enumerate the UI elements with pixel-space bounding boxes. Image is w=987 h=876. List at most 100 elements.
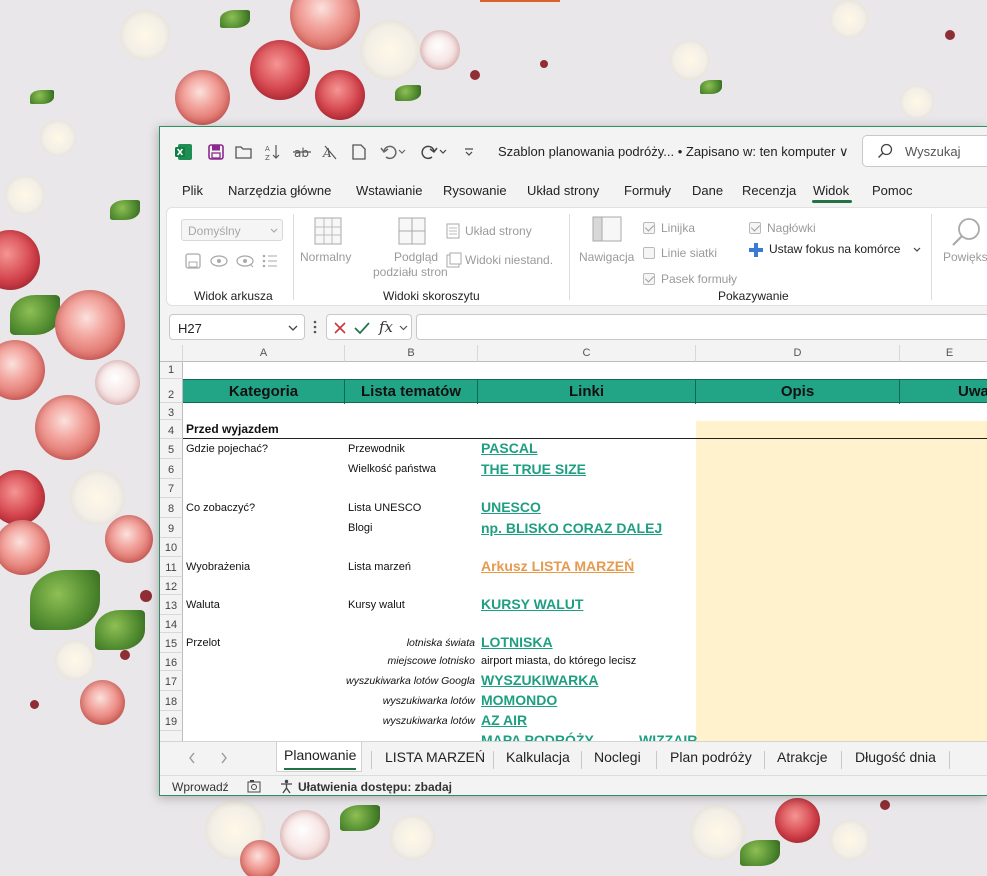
row-header[interactable]: 6: [160, 459, 183, 479]
row-header[interactable]: 5: [160, 439, 183, 459]
sheet-tab-lista-marzen[interactable]: LISTA MARZEŃ: [385, 749, 485, 765]
header-description[interactable]: Opis: [696, 380, 900, 404]
row-header[interactable]: 1: [160, 362, 183, 379]
sheet-tab-dlugosc-dnia[interactable]: Długość dnia: [855, 749, 936, 765]
row-header[interactable]: 18: [160, 691, 183, 711]
scroll-tabs-right-icon[interactable]: [220, 752, 228, 764]
topic-cell[interactable]: Lista marzeń: [348, 561, 411, 573]
options-list-icon[interactable]: [262, 254, 278, 268]
row-header[interactable]: 14: [160, 615, 183, 633]
row-header[interactable]: 2: [160, 379, 183, 403]
topic-cell[interactable]: wyszukiwarka lotów: [345, 715, 475, 727]
new-view-icon[interactable]: [236, 254, 254, 268]
link-cell[interactable]: THE TRUE SIZE: [481, 461, 586, 477]
tab-file[interactable]: Plik: [182, 183, 203, 198]
topic-cell[interactable]: Wielkość państwa: [348, 463, 436, 475]
tab-help[interactable]: Pomoc: [872, 183, 912, 198]
new-document-icon[interactable]: [349, 142, 369, 162]
topic-cell[interactable]: Lista UNESCO: [348, 502, 421, 514]
headings-checkbox[interactable]: [749, 222, 761, 234]
row-header[interactable]: 12: [160, 577, 183, 595]
link-cell[interactable]: LOTNISKA: [481, 634, 553, 650]
accessibility-status[interactable]: Ułatwienia dostępu: zbadaj: [298, 780, 452, 794]
navigation-button[interactable]: Nawigacja: [577, 214, 637, 278]
macro-recording-icon[interactable]: [247, 780, 261, 793]
row-header[interactable]: 9: [160, 518, 183, 538]
column-header[interactable]: D: [696, 345, 900, 362]
cancel-icon[interactable]: [333, 321, 347, 335]
row-header[interactable]: 10: [160, 538, 183, 557]
link-cell[interactable]: PASCAL: [481, 440, 538, 456]
link-cell[interactable]: AZ AIR: [481, 712, 527, 728]
tab-review[interactable]: Recenzja: [742, 183, 796, 198]
link-cell[interactable]: MAPA PODRÓŻY: [481, 732, 594, 741]
scroll-tabs-left-icon[interactable]: [188, 752, 196, 764]
search-box[interactable]: Wyszukaj: [862, 135, 987, 167]
sheet-tab-plan-podrozy[interactable]: Plan podróży: [670, 749, 752, 765]
clear-format-icon[interactable]: A: [320, 142, 340, 162]
row-header[interactable]: [160, 731, 183, 741]
row-header[interactable]: 17: [160, 671, 183, 691]
undo-dropdown-icon[interactable]: [396, 142, 408, 162]
row-header[interactable]: 19: [160, 711, 183, 731]
worksheet-grid[interactable]: A B C D E Kategoria Lista tematów Linki …: [160, 345, 987, 741]
more-options-icon[interactable]: [313, 320, 317, 334]
topic-cell[interactable]: miejscowe lotnisko: [345, 655, 475, 667]
row-header[interactable]: 13: [160, 595, 183, 615]
insert-function-icon[interactable]: fx: [379, 318, 393, 336]
sheet-tab-noclegi[interactable]: Noclegi: [594, 749, 641, 765]
topic-cell[interactable]: Kursy walut: [348, 599, 405, 611]
link-cell[interactable]: WIZZAIR: [639, 732, 697, 741]
category-cell[interactable]: Wyobrażenia: [186, 561, 250, 573]
select-all-corner[interactable]: [160, 345, 183, 362]
link-cell[interactable]: KURSY WALUT: [481, 596, 583, 612]
page-break-preview-button[interactable]: Podgląd podziału stron: [373, 214, 453, 284]
sheet-tab-planowanie[interactable]: Planowanie: [284, 747, 356, 763]
strikethrough-icon[interactable]: ab: [292, 142, 312, 162]
normal-view-button[interactable]: Normalny: [300, 214, 356, 280]
column-header[interactable]: A: [183, 345, 345, 362]
tab-insert[interactable]: Wstawianie: [356, 183, 422, 198]
formula-input[interactable]: [416, 314, 987, 340]
sheet-tab-kalkulacja[interactable]: Kalkulacja: [506, 749, 570, 765]
row-header[interactable]: 3: [160, 403, 183, 420]
name-box[interactable]: H27: [169, 314, 305, 340]
link-cell[interactable]: WYSZUKIWARKA: [481, 672, 598, 688]
tab-view[interactable]: Widok: [813, 183, 849, 198]
column-header[interactable]: B: [345, 345, 478, 362]
topic-cell[interactable]: Blogi: [348, 522, 372, 534]
row-header[interactable]: 11: [160, 557, 183, 577]
keep-view-icon[interactable]: [185, 253, 201, 269]
sheet-tab-atrakcje[interactable]: Atrakcje: [777, 749, 828, 765]
header-notes[interactable]: Uwa: [900, 380, 987, 404]
chevron-down-icon[interactable]: [399, 325, 408, 331]
gridlines-checkbox[interactable]: [643, 247, 655, 259]
tab-data[interactable]: Dane: [692, 183, 723, 198]
redo-icon[interactable]: [419, 142, 439, 162]
zoom-button[interactable]: Powiększ: [939, 214, 987, 278]
row-header[interactable]: 15: [160, 633, 183, 653]
document-title[interactable]: Szablon planowania podróży... • Zapisano…: [498, 144, 849, 160]
header-category[interactable]: Kategoria: [183, 380, 345, 404]
row-header[interactable]: 8: [160, 498, 183, 518]
column-header[interactable]: E: [900, 345, 987, 362]
topic-cell[interactable]: wyszukiwarka lotów: [345, 695, 475, 707]
link-cell[interactable]: MOMONDO: [481, 692, 557, 708]
topic-cell[interactable]: wyszukiwarka lotów Googla: [320, 675, 475, 687]
sheet-view-select[interactable]: Domyślny: [181, 219, 283, 241]
link-cell[interactable]: np. BLISKO CORAZ DALEJ: [481, 520, 662, 536]
tab-page-layout[interactable]: Układ strony: [527, 183, 599, 198]
topic-cell[interactable]: lotniska świata: [345, 637, 475, 649]
link-cell[interactable]: UNESCO: [481, 499, 541, 515]
category-cell[interactable]: Przelot: [186, 637, 220, 649]
page-layout-button[interactable]: Układ strony: [446, 223, 556, 241]
row-header[interactable]: 4: [160, 420, 183, 439]
ruler-checkbox[interactable]: [643, 222, 655, 234]
row-header[interactable]: 16: [160, 653, 183, 671]
category-cell[interactable]: Waluta: [186, 599, 220, 611]
exit-view-icon[interactable]: [210, 254, 228, 268]
topic-cell[interactable]: Przewodnik: [348, 443, 405, 455]
open-folder-icon[interactable]: [234, 142, 254, 162]
sort-icon[interactable]: AZ: [263, 142, 283, 162]
redo-dropdown-icon[interactable]: [437, 142, 449, 162]
